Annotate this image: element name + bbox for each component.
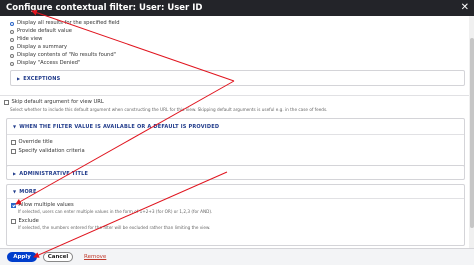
radio-button[interactable] (10, 45, 14, 50)
radio-button[interactable] (10, 61, 14, 66)
divider (7, 134, 464, 135)
checkbox[interactable] (11, 149, 16, 154)
checkbox[interactable] (11, 219, 16, 224)
radio-option-hide-view[interactable]: Hide view (10, 36, 42, 43)
radio-label: Hide view (17, 36, 43, 42)
radio-button[interactable] (10, 21, 14, 26)
checkbox-label: Skip default argument for view URL (11, 99, 104, 105)
checkbox[interactable] (11, 203, 16, 208)
exceptions-label: EXCEPTIONS (23, 76, 61, 82)
exceptions-summary[interactable]: ▶ EXCEPTIONS (17, 75, 60, 83)
chevron-right-icon: ▶ (17, 76, 21, 81)
radio-option-no-results[interactable]: Display contents of "No results found" (10, 52, 116, 59)
radio-button[interactable] (10, 53, 14, 58)
skip-default-description: Select whether to include this default a… (10, 107, 328, 112)
when-filter-label: WHEN THE FILTER VALUE IS AVAILABLE OR A … (19, 124, 220, 130)
checkbox[interactable] (4, 100, 9, 105)
administrative-title-summary[interactable]: ▶ ADMINISTRATIVE TITLE (13, 170, 88, 178)
more-details: ▼ MORE Allow multiple values If selected,… (6, 184, 465, 246)
skip-default-argument-checkbox[interactable]: Skip default argument for view URL (4, 99, 104, 106)
radio-label: Display all results for the specified fi… (17, 20, 120, 26)
radio-label: Provide default value (17, 28, 72, 34)
radio-button[interactable] (10, 29, 14, 34)
allow-multiple-description: If selected, users can enter multiple va… (18, 209, 213, 214)
exclude-checkbox[interactable]: Exclude (11, 218, 39, 225)
divider (7, 198, 464, 199)
dialog-title: Configure contextual filter: User: User … (6, 3, 203, 13)
checkbox-label: Override title (18, 139, 53, 145)
radio-label: Display a summary (17, 44, 68, 50)
chevron-down-icon: ▼ (13, 189, 17, 194)
remove-link[interactable]: Remove (84, 252, 106, 262)
radio-label: Display contents of "No results found" (17, 52, 117, 58)
dialog-buttonbar: Apply Cancel Remove (0, 248, 474, 265)
administrative-title-details[interactable]: ▶ ADMINISTRATIVE TITLE (6, 165, 465, 180)
exceptions-details[interactable]: ▶ EXCEPTIONS (10, 70, 465, 86)
cancel-button[interactable]: Cancel (43, 252, 73, 262)
exclude-description: If selected, the numbers entered for the… (18, 225, 211, 230)
specify-validation-checkbox[interactable]: Specify validation criteria (11, 148, 85, 155)
divider (0, 95, 469, 96)
radio-option-summary[interactable]: Display a summary (10, 44, 67, 51)
more-label: MORE (19, 189, 37, 195)
checkbox-label: Specify validation criteria (18, 148, 85, 154)
radio-option-access-denied[interactable]: Display "Access Denied" (10, 60, 80, 67)
checkbox-label: Allow multiple values (18, 202, 74, 208)
radio-option-display-all[interactable]: Display all results for the specified fi… (10, 20, 120, 27)
checkbox-label: Exclude (18, 218, 39, 224)
dialog-content: Display all results for the specified fi… (0, 16, 474, 248)
close-icon[interactable]: ✕ (461, 0, 469, 16)
chevron-down-icon: ▼ (13, 124, 17, 129)
chevron-right-icon: ▶ (13, 170, 17, 176)
radio-option-provide-default[interactable]: Provide default value (10, 28, 72, 35)
radio-label: Display "Access Denied" (17, 60, 81, 66)
allow-multiple-values-checkbox[interactable]: Allow multiple values (11, 202, 74, 209)
more-summary[interactable]: ▼ MORE (13, 188, 37, 196)
dialog-titlebar: Configure contextual filter: User: User … (0, 0, 474, 16)
administrative-title-label: ADMINISTRATIVE TITLE (19, 170, 89, 177)
scrollbar[interactable] (469, 16, 474, 248)
radio-button[interactable] (10, 37, 14, 42)
scrollbar-thumb[interactable] (469, 38, 474, 228)
override-title-checkbox[interactable]: Override title (11, 139, 53, 146)
apply-button[interactable]: Apply (7, 252, 37, 262)
when-filter-summary[interactable]: ▼ WHEN THE FILTER VALUE IS AVAILABLE OR A… (13, 123, 219, 131)
checkbox[interactable] (11, 140, 16, 145)
